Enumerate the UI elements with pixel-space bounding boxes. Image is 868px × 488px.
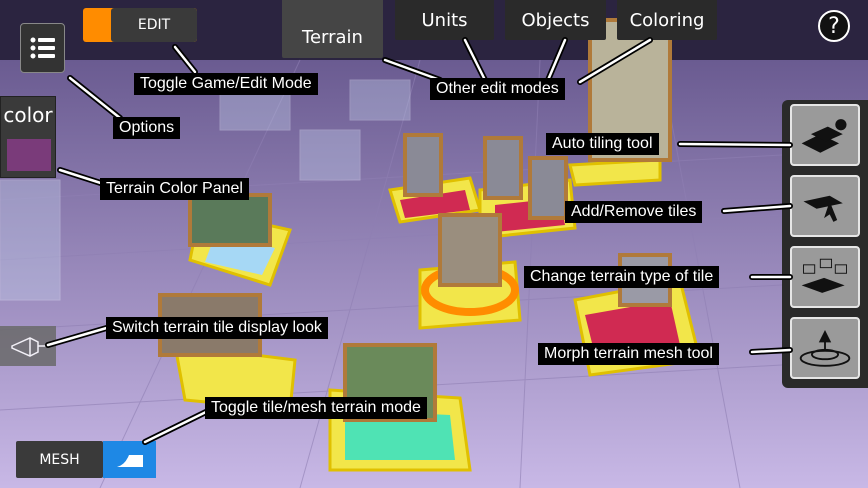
help-label: ? (828, 13, 840, 39)
mesh-terrain-icon (117, 455, 143, 467)
auto-tiling-icon (801, 119, 847, 153)
menu-list-icon (30, 37, 55, 59)
tab-objects[interactable]: Objects (505, 0, 606, 40)
tab-units[interactable]: Units (395, 0, 494, 40)
auto-tiling-button[interactable] (790, 104, 860, 166)
annotation-toggle-mode: Toggle Game/Edit Mode (134, 73, 318, 95)
color-panel-title: color (3, 103, 53, 127)
terrain-color-panel: color (0, 96, 56, 178)
tab-coloring[interactable]: Coloring (617, 0, 717, 40)
game-edit-toggle[interactable]: EDIT (83, 8, 197, 42)
morph-mesh-icon (799, 330, 851, 367)
options-button[interactable] (20, 23, 65, 73)
annotation-switch-display: Switch terrain tile display look (106, 317, 328, 339)
annotation-auto-tiling: Auto tiling tool (546, 133, 659, 155)
annotation-options: Options (113, 117, 181, 139)
mode-label: EDIT (111, 8, 197, 42)
annotation-change-type: Change terrain type of tile (524, 266, 720, 288)
annotation-morph: Morph terrain mesh tool (538, 343, 719, 365)
mesh-toggle-knob (103, 441, 156, 478)
display-look-icon (11, 337, 48, 357)
annotation-toggle-tile-mesh: Toggle tile/mesh terrain mode (205, 397, 427, 419)
terrain-scene[interactable] (0, 0, 868, 488)
add-remove-tiles-button[interactable] (790, 175, 860, 237)
tab-terrain[interactable]: Terrain (282, 0, 383, 58)
annotation-other-modes: Other edit modes (430, 78, 565, 100)
change-terrain-type-button[interactable] (790, 246, 860, 308)
change-terrain-type-icon (801, 258, 847, 293)
help-button[interactable]: ? (818, 10, 850, 42)
annotation-add-remove: Add/Remove tiles (565, 201, 703, 223)
morph-mesh-button[interactable] (790, 317, 860, 379)
annotation-color-panel: Terrain Color Panel (100, 178, 249, 200)
add-remove-tile-icon (803, 195, 843, 222)
switch-display-look-button[interactable] (0, 326, 56, 366)
mesh-label: MESH (16, 441, 103, 478)
mesh-toggle[interactable]: MESH (16, 441, 156, 478)
color-swatch[interactable] (7, 139, 51, 171)
